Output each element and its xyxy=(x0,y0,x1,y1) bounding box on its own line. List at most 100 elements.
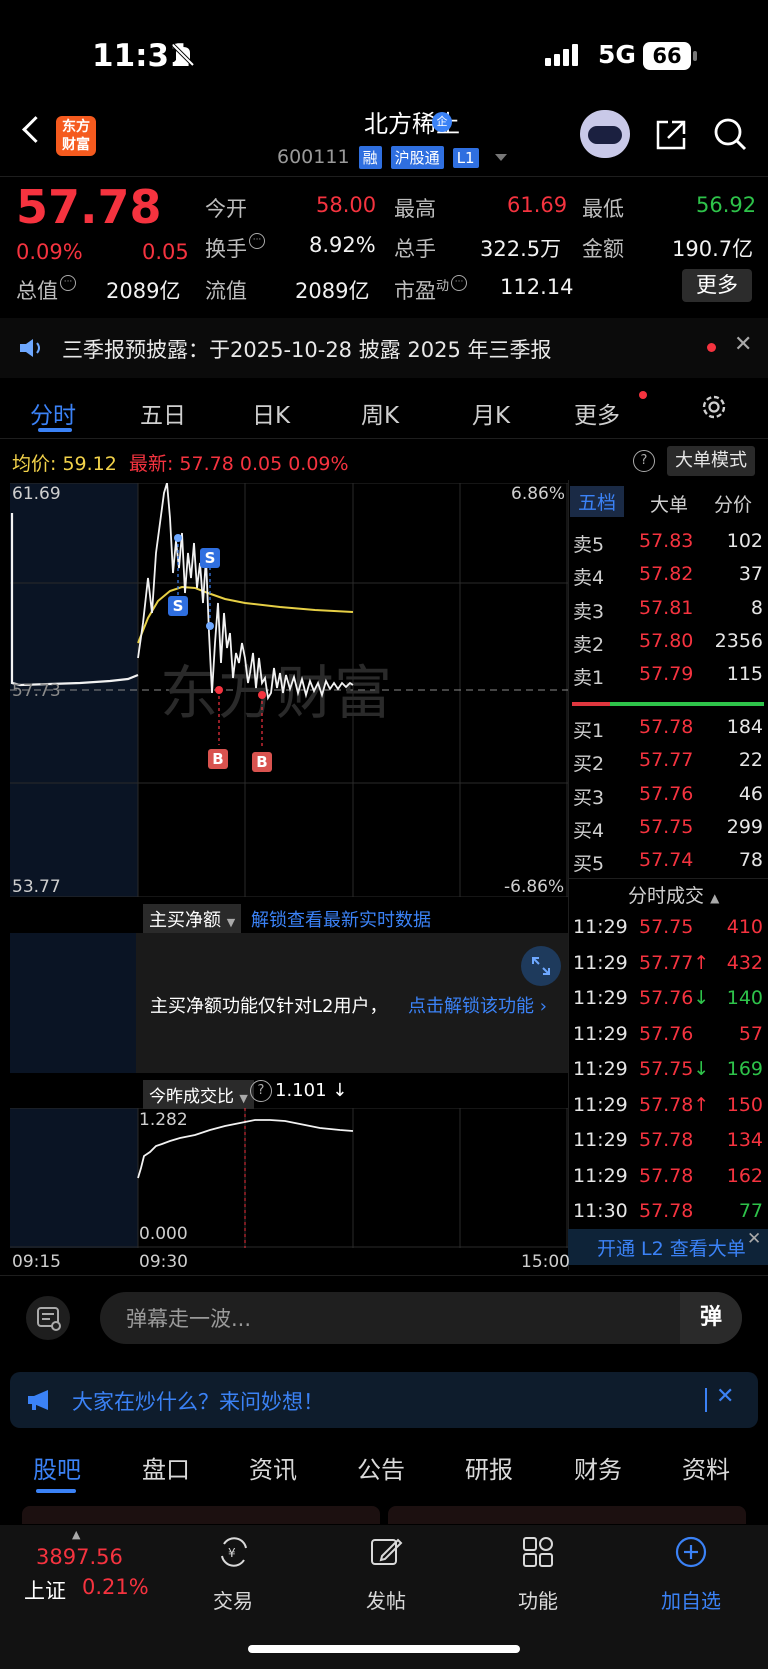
bid-volume: 22 xyxy=(738,749,763,771)
bid-row: 买5 57.74 78 xyxy=(573,849,763,879)
back-arrow-icon[interactable] xyxy=(22,116,49,143)
l2-unlock-link[interactable]: 点击解锁该功能 › xyxy=(408,992,547,1018)
trade-volume: 150 xyxy=(726,1093,763,1116)
ratio-axis-bottom: 0.000 xyxy=(139,1224,188,1244)
tab-forum[interactable]: 股吧 xyxy=(33,1450,81,1485)
close-icon[interactable]: ✕ xyxy=(747,1229,761,1249)
amount-label: 金额 xyxy=(582,237,624,261)
mktcap-label[interactable]: 总值 ··· xyxy=(16,275,76,305)
index-value[interactable]: 3897.56 xyxy=(36,1545,123,1569)
y-axis-top: 61.69 xyxy=(12,484,61,504)
home-indicator[interactable] xyxy=(248,1645,520,1653)
ask-price: 57.82 xyxy=(639,563,694,585)
tab-weekly-k[interactable]: 周K xyxy=(361,396,399,430)
bid-row: 买2 57.77 22 xyxy=(573,749,763,779)
search-icon[interactable] xyxy=(712,116,748,152)
pe-label-text: 市盈 xyxy=(394,279,436,303)
chart-bottom-divider xyxy=(0,1275,768,1276)
sell-marker[interactable]: S xyxy=(168,596,188,616)
trade-time: 11:29 xyxy=(573,1129,628,1151)
danmu-settings-icon[interactable] xyxy=(26,1296,70,1340)
tab-orderbook[interactable]: 盘口 xyxy=(142,1450,190,1485)
unlock-realtime-link[interactable]: 解锁查看最新实时数据 xyxy=(251,906,431,932)
tab-five-day[interactable]: 五日 xyxy=(140,396,186,430)
tab-five-levels[interactable]: 五档 xyxy=(570,486,625,517)
tab-big-orders[interactable]: 大单 xyxy=(650,490,688,517)
latest-value: 57.78 xyxy=(179,453,234,475)
latest-change: 0.05 xyxy=(239,453,283,475)
help-icon[interactable]: ? xyxy=(633,450,655,472)
net-buy-tag-text: 主买净额 xyxy=(149,910,221,931)
gear-icon[interactable] xyxy=(699,392,729,422)
intraday-chart[interactable]: 东方财富 xyxy=(10,483,568,897)
index-pct[interactable]: 0.21% xyxy=(82,1575,149,1599)
trade-row: 11:29 57.75 410 xyxy=(573,916,763,950)
order-book-divider xyxy=(568,480,569,1270)
big-order-mode-button[interactable]: 大单模式 xyxy=(667,446,755,476)
tab-profile[interactable]: 资料 xyxy=(682,1450,730,1485)
turnover-label[interactable]: 换手 ··· xyxy=(205,233,265,263)
nav-trade[interactable]: 交易 xyxy=(188,1585,278,1614)
stock-code-line[interactable]: 600111 融 沪股通 L1 xyxy=(277,146,507,169)
trades-title[interactable]: 分时成交 ▲ xyxy=(628,881,719,908)
trade-price-value: 57.78 xyxy=(639,1129,694,1151)
sell-marker[interactable]: S xyxy=(200,548,220,568)
l2-promo-text[interactable]: 开通 L2 查看大单 xyxy=(597,1234,746,1261)
pe-label[interactable]: 市盈动 ··· xyxy=(394,275,468,305)
tab-news[interactable]: 资讯 xyxy=(249,1450,297,1485)
ask-label: 卖3 xyxy=(573,601,605,623)
tab-daily-k[interactable]: 日K xyxy=(252,396,290,430)
caret-up-icon: ▲ xyxy=(710,891,720,905)
apps-grid-icon[interactable] xyxy=(520,1534,556,1570)
tab-more[interactable]: 更多 xyxy=(574,396,620,430)
close-icon[interactable]: ✕ xyxy=(716,1384,734,1409)
tag-margin: 融 xyxy=(358,146,382,169)
bid-price: 57.77 xyxy=(639,749,694,771)
amount-value: 190.7亿 xyxy=(672,237,754,261)
expand-icon[interactable] xyxy=(521,946,561,986)
trade-price: 57.78↑ xyxy=(639,1094,709,1116)
tab-announcements[interactable]: 公告 xyxy=(357,1450,405,1485)
trade-icon[interactable]: ¥ xyxy=(216,1534,252,1570)
info-dots-icon: ··· xyxy=(60,275,76,291)
trade-time: 11:29 xyxy=(573,1164,628,1187)
help-icon[interactable]: ? xyxy=(250,1080,272,1102)
volume-ratio-chart[interactable] xyxy=(10,1108,568,1248)
tab-monthly-k[interactable]: 月K xyxy=(472,396,510,430)
trade-price: 57.76 xyxy=(639,1023,693,1045)
tab-intraday[interactable]: 分时 xyxy=(30,396,76,430)
sell-point xyxy=(206,622,214,630)
nav-functions[interactable]: 功能 xyxy=(493,1585,583,1614)
add-watchlist-icon[interactable] xyxy=(673,1534,709,1570)
trade-price-value: 57.78 xyxy=(639,1164,694,1187)
net-buy-indicator[interactable]: 主买净额 ▼ xyxy=(143,904,242,934)
volume-label: 总手 xyxy=(394,237,436,261)
high-value: 61.69 xyxy=(507,193,568,217)
trade-row: 11:29 57.78↑ 150 xyxy=(573,1094,763,1128)
buy-marker[interactable]: B xyxy=(252,752,272,772)
share-icon[interactable] xyxy=(654,118,688,152)
index-name[interactable]: 上证 xyxy=(24,1575,66,1605)
notice-text[interactable]: 三季报预披露：于2025-10-28 披露 2025 年三季报 xyxy=(62,334,552,364)
ask-price: 57.83 xyxy=(639,530,694,552)
ask-ai-text[interactable]: 大家在炒什么？来问妙想！ xyxy=(72,1386,324,1416)
nav-post[interactable]: 发帖 xyxy=(341,1585,431,1614)
enterprise-badge: 企 xyxy=(432,112,452,132)
buy-marker[interactable]: B xyxy=(208,749,228,769)
cell-signal-icon xyxy=(545,44,581,66)
tabs-divider xyxy=(0,438,768,439)
compose-icon[interactable] xyxy=(368,1534,404,1570)
close-icon[interactable]: ✕ xyxy=(734,332,752,357)
danmu-toggle-button[interactable]: 弹 xyxy=(680,1292,742,1344)
more-button[interactable]: 更多 xyxy=(682,269,752,302)
tab-finance[interactable]: 财务 xyxy=(574,1450,622,1485)
trade-time: 11:30 xyxy=(573,1200,628,1222)
battery-icon: 66 xyxy=(643,42,691,70)
pct-axis-bottom: -6.86% xyxy=(504,877,565,897)
tab-price-dist[interactable]: 分价 xyxy=(714,490,752,517)
volume-ratio-indicator[interactable]: 今昨成交比 ▼ xyxy=(143,1080,254,1109)
nav-add-watchlist[interactable]: 加自选 xyxy=(646,1585,736,1614)
tab-research[interactable]: 研报 xyxy=(465,1450,513,1485)
trade-row: 11:29 57.76↓ 140 xyxy=(573,987,763,1021)
trade-direction-icon: ↓ xyxy=(693,987,710,1009)
